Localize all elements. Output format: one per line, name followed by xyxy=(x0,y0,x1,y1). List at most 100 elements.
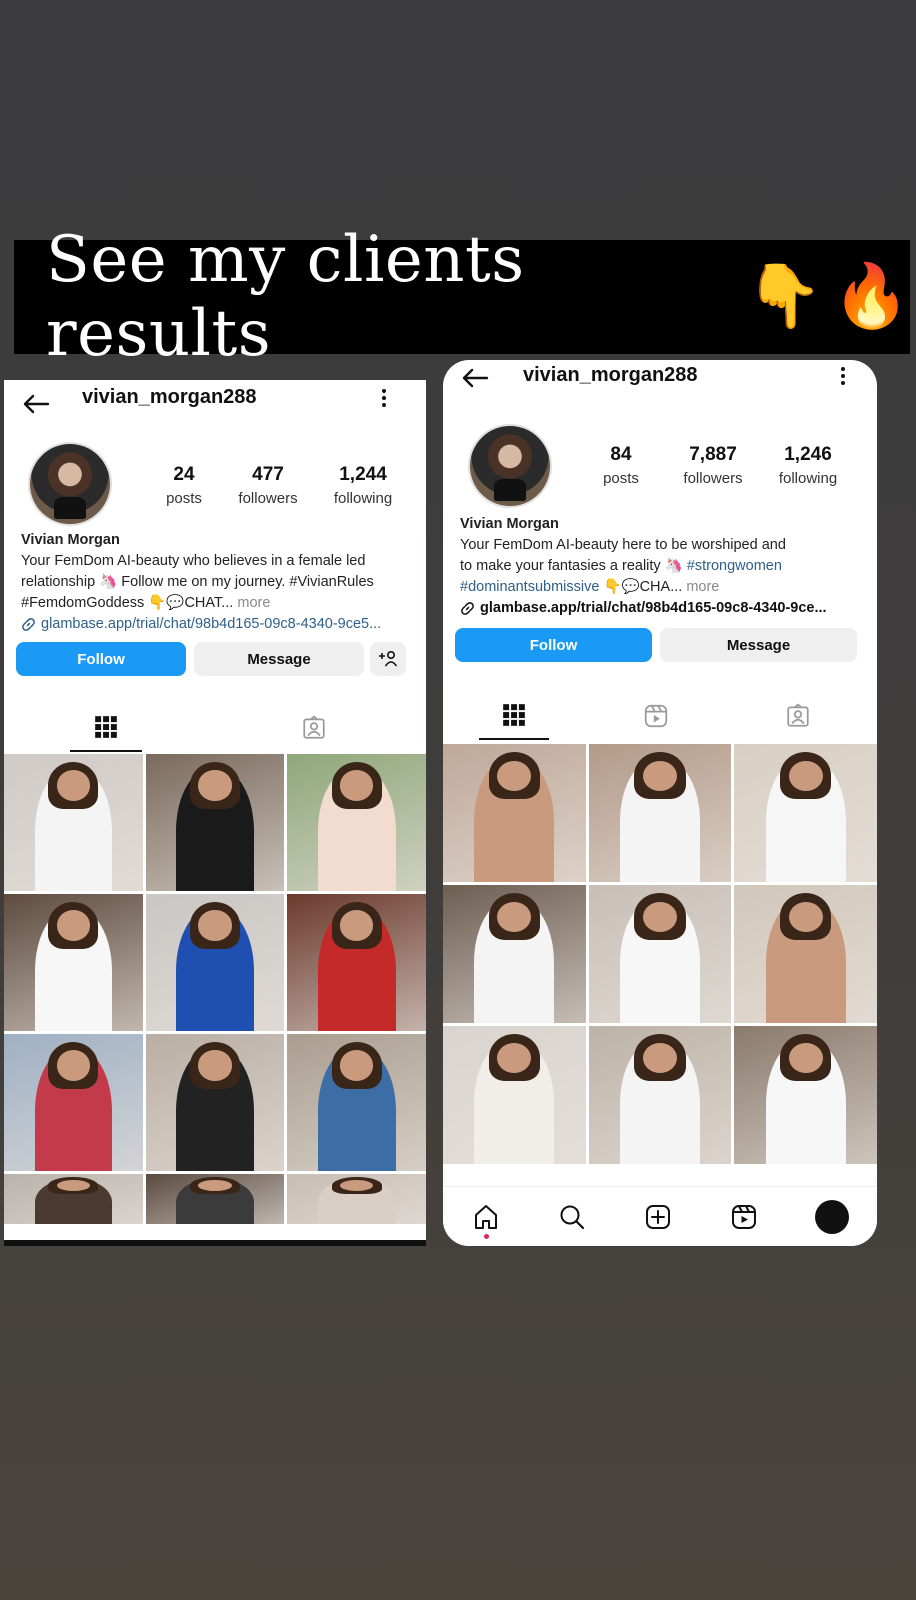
banner-text: See my clients results xyxy=(46,223,525,371)
post-thumbnail[interactable] xyxy=(145,1034,285,1171)
post-thumbnail[interactable] xyxy=(4,1034,143,1171)
profile-header: vivian_morgan288 xyxy=(4,380,426,426)
post-figure-face xyxy=(56,1050,90,1081)
post-thumbnail[interactable] xyxy=(4,1174,143,1224)
post-thumbnail[interactable] xyxy=(734,1026,877,1164)
post-thumbnail[interactable] xyxy=(588,1026,732,1164)
link-icon xyxy=(22,618,35,631)
post-figure-face xyxy=(340,1050,374,1081)
hashtag-link[interactable]: #dominantsubmissive xyxy=(460,579,599,595)
profile-link[interactable]: glambase.app/trial/chat/98b4d165-09c8-43… xyxy=(21,614,421,635)
bio-line: Your FemDom AI-beauty who believes in a … xyxy=(21,553,366,569)
profile-name: Vivian Morgan xyxy=(460,516,559,532)
post-thumbnail[interactable] xyxy=(443,744,586,882)
stat-followers[interactable]: 477 followers xyxy=(228,464,308,507)
follow-button[interactable]: Follow xyxy=(455,628,652,662)
grid-icon xyxy=(503,704,525,726)
create-post-icon xyxy=(646,1204,670,1229)
post-figure-face xyxy=(198,910,232,941)
tab-tagged[interactable] xyxy=(763,692,833,740)
search-icon xyxy=(560,1205,585,1229)
profile-bio: Vivian Morgan Your FemDom AI-beauty who … xyxy=(21,530,421,635)
add-user-button[interactable] xyxy=(370,642,406,676)
tab-tagged[interactable] xyxy=(278,704,350,752)
post-thumbnail[interactable] xyxy=(287,754,426,891)
post-figure-face xyxy=(56,910,90,941)
post-thumbnail[interactable] xyxy=(443,885,586,1023)
post-thumbnail[interactable] xyxy=(287,1174,426,1224)
bio-line: to make your fantasies a reality 🦄 #stro… xyxy=(460,558,782,574)
fire-icon: 🔥 xyxy=(832,262,910,331)
post-figure-face xyxy=(497,901,532,932)
post-thumbnail[interactable] xyxy=(145,754,285,891)
message-button[interactable]: Message xyxy=(660,628,857,662)
bio-line: relationship 🦄 Follow me on my journey. … xyxy=(21,574,374,590)
link-icon xyxy=(461,602,474,615)
profile-header: vivian_morgan288 xyxy=(443,360,877,406)
more-options-icon[interactable] xyxy=(381,388,387,408)
post-thumbnail[interactable] xyxy=(145,1174,285,1224)
stat-following[interactable]: 1,246 following xyxy=(763,444,853,487)
post-thumbnail[interactable] xyxy=(4,894,143,1031)
post-figure-face xyxy=(198,770,232,801)
stat-following[interactable]: 1,244 following xyxy=(318,464,408,507)
hashtag-link[interactable]: #strongwomen xyxy=(687,558,782,574)
profile-avatar[interactable] xyxy=(468,424,552,508)
nav-reels[interactable] xyxy=(729,1202,759,1232)
post-figure-face xyxy=(497,760,532,791)
grid-icon xyxy=(95,716,117,738)
post-figure-face xyxy=(198,1180,232,1191)
post-thumbnail[interactable] xyxy=(734,885,877,1023)
post-thumbnail[interactable] xyxy=(734,744,877,882)
profile-link[interactable]: glambase.app/trial/chat/98b4d165-09c8-43… xyxy=(460,598,870,619)
post-figure-face xyxy=(198,1050,232,1081)
profile-bio: Vivian Morgan Your FemDom AI-beauty here… xyxy=(460,514,870,619)
bio-more-link[interactable]: more xyxy=(237,595,270,611)
post-thumbnail[interactable] xyxy=(4,754,143,891)
post-figure-face xyxy=(642,760,678,791)
tagged-person-icon xyxy=(787,703,809,727)
nav-create[interactable] xyxy=(643,1202,673,1232)
stat-followers[interactable]: 7,887 followers xyxy=(668,444,758,487)
tab-reels[interactable] xyxy=(621,692,691,740)
add-user-icon xyxy=(379,650,398,667)
home-icon xyxy=(475,1204,497,1229)
profile-tabs xyxy=(4,704,426,752)
post-thumbnail[interactable] xyxy=(145,894,285,1031)
notification-dot xyxy=(484,1233,489,1239)
profile-name: Vivian Morgan xyxy=(21,532,120,548)
back-arrow-icon[interactable] xyxy=(461,368,489,388)
tab-grid[interactable] xyxy=(70,704,142,752)
nav-home[interactable] xyxy=(471,1202,501,1239)
caption-banner: See my clients results 👇 🔥 xyxy=(14,223,910,371)
bio-more-link[interactable]: more xyxy=(686,579,719,595)
post-thumbnail[interactable] xyxy=(588,744,732,882)
profile-username: vivian_morgan288 xyxy=(82,386,257,408)
follow-button[interactable]: Follow xyxy=(16,642,186,676)
profile-screenshot-left: vivian_morgan288 24 posts 477 followers … xyxy=(4,380,426,1246)
posts-grid xyxy=(443,744,877,1164)
back-arrow-icon[interactable] xyxy=(22,394,50,414)
post-figure-face xyxy=(788,901,823,932)
post-thumbnail[interactable] xyxy=(287,1034,426,1171)
tab-grid[interactable] xyxy=(479,692,549,740)
post-figure-face xyxy=(56,1180,90,1191)
stat-posts[interactable]: 84 posts xyxy=(581,444,661,487)
message-button[interactable]: Message xyxy=(194,642,364,676)
stat-posts[interactable]: 24 posts xyxy=(144,464,224,507)
post-thumbnail[interactable] xyxy=(443,1026,586,1164)
posts-grid xyxy=(4,754,426,1224)
post-figure-face xyxy=(497,1042,532,1073)
profile-avatar[interactable] xyxy=(28,442,112,526)
profile-username: vivian_morgan288 xyxy=(523,364,698,386)
nav-profile-avatar[interactable] xyxy=(815,1199,849,1234)
more-options-icon[interactable] xyxy=(840,366,846,386)
bio-line: #FemdomGoddess 👇💬CHAT... more xyxy=(21,595,271,611)
post-thumbnail[interactable] xyxy=(588,885,732,1023)
pointing-down-icon: 👇 xyxy=(745,262,823,331)
post-thumbnail[interactable] xyxy=(287,894,426,1031)
post-figure-face xyxy=(642,901,678,932)
nav-search[interactable] xyxy=(557,1202,587,1232)
post-figure-face xyxy=(56,770,90,801)
profile-screenshot-right: vivian_morgan288 84 posts 7,887 follower… xyxy=(443,360,877,1246)
